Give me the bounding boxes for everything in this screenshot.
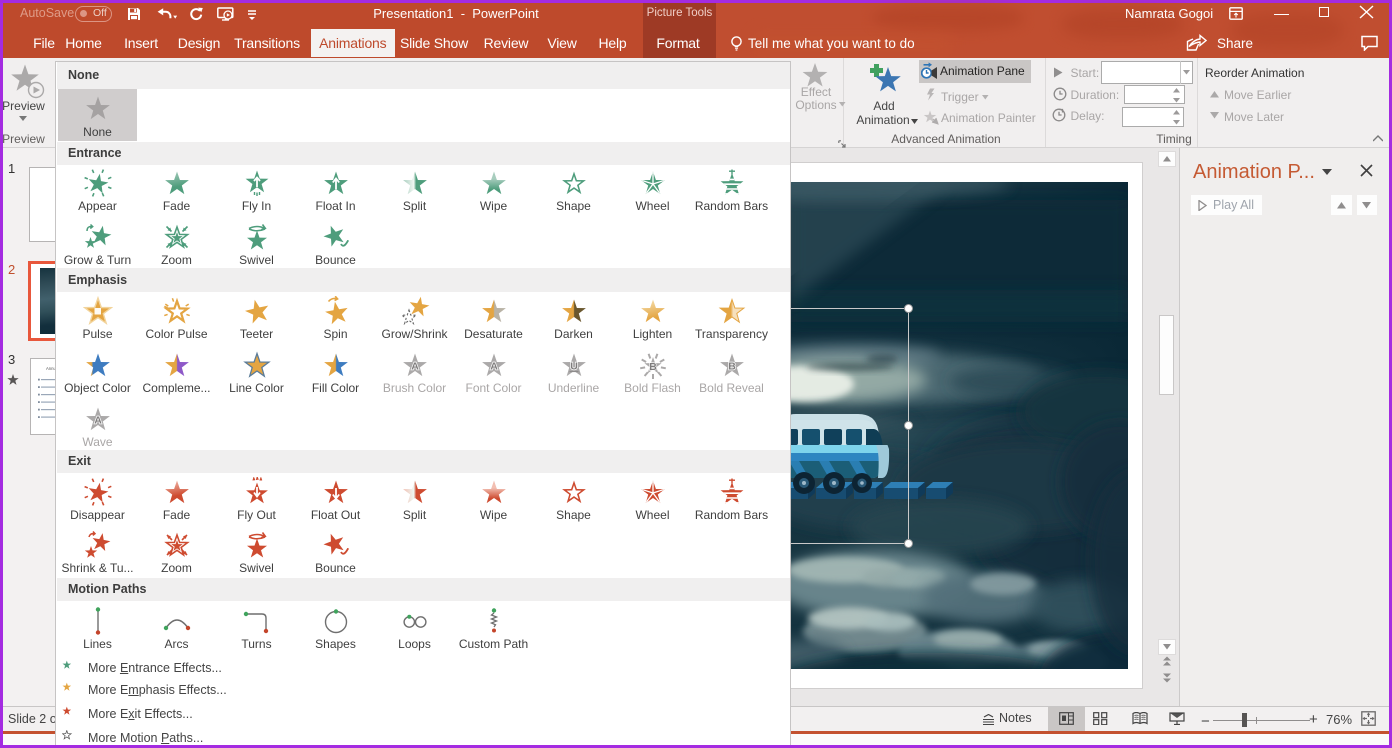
svg-text:U: U <box>570 361 578 373</box>
svg-text:A: A <box>94 415 102 427</box>
svg-text:A: A <box>411 361 419 373</box>
svg-text:A: A <box>490 361 498 373</box>
svg-text:B: B <box>649 361 657 373</box>
svg-text:B: B <box>728 361 736 373</box>
